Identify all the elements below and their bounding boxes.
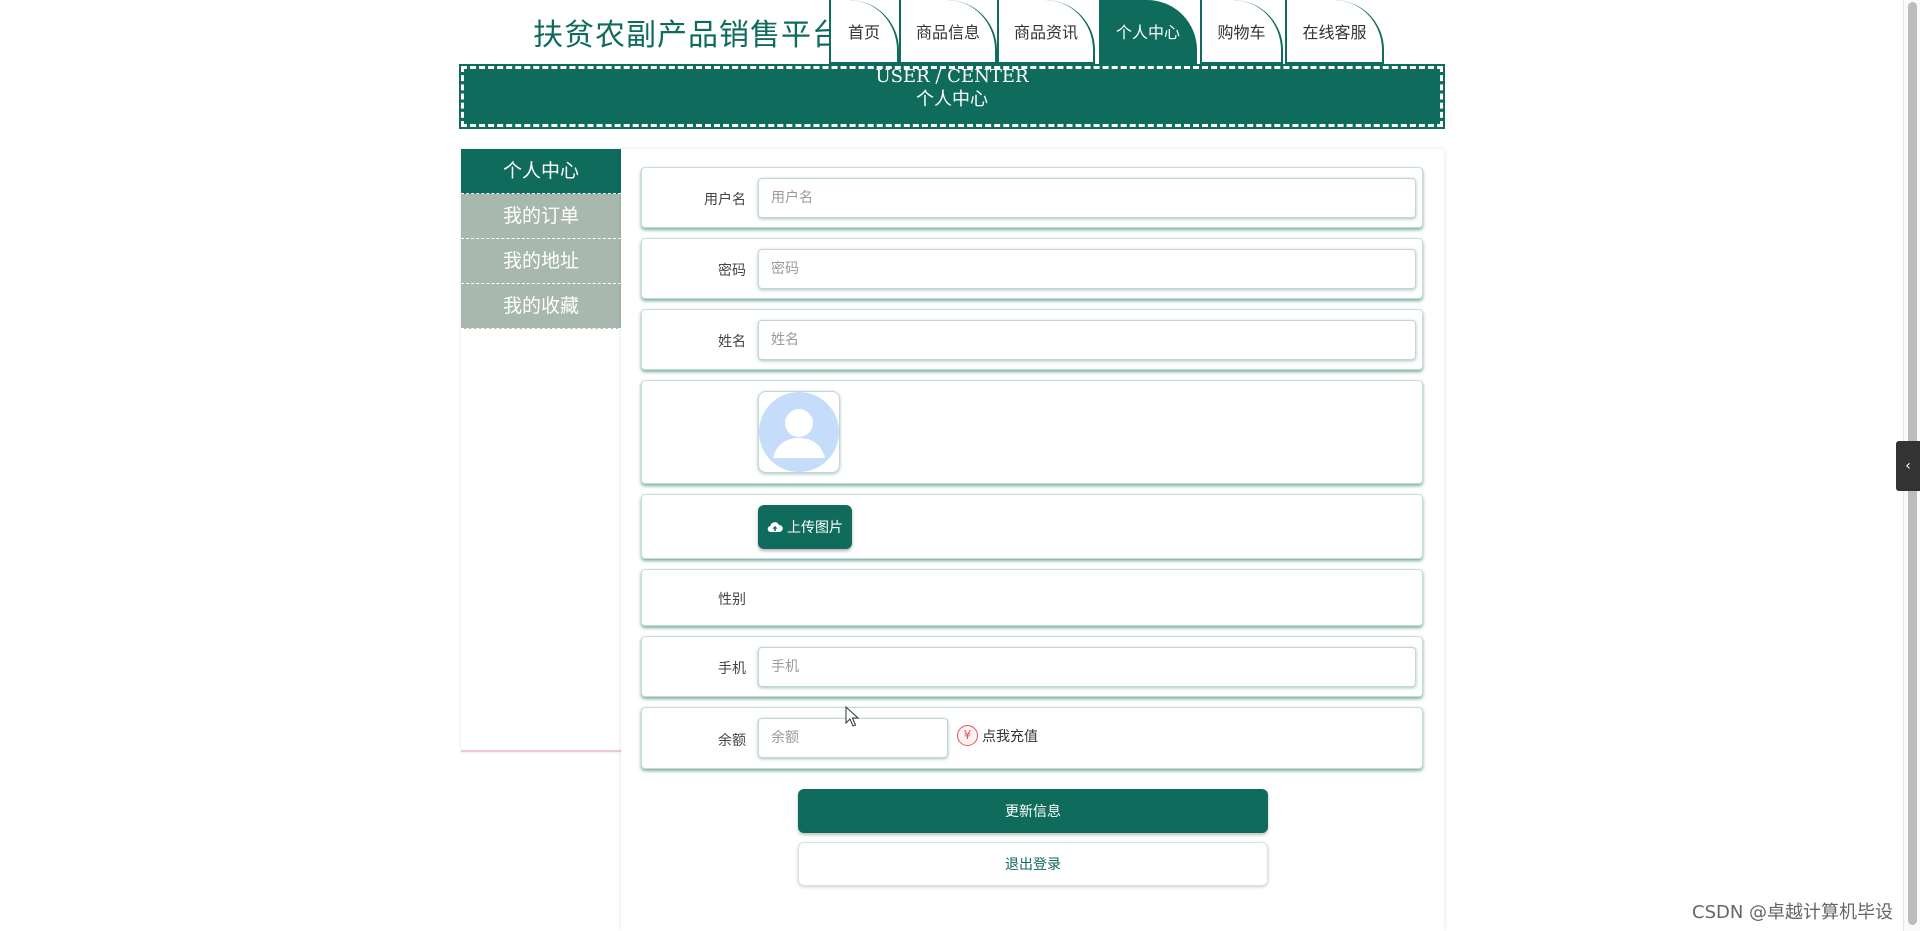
sidebar: 个人中心 我的订单 我的地址 我的收藏 xyxy=(461,149,621,752)
upload-image-label: 上传图片 xyxy=(787,520,843,536)
chevron-left-icon: ‹ xyxy=(1905,458,1911,474)
user-avatar-icon xyxy=(759,392,839,472)
tab-customer-service[interactable]: 在线客服 xyxy=(1285,0,1384,64)
name-label: 姓名 xyxy=(718,334,746,350)
upload-image-button[interactable]: 上传图片 xyxy=(758,505,852,549)
profile-form: 用户名 密码 姓名 上传图片 性别 手机 xyxy=(621,149,1444,931)
gender-label: 性别 xyxy=(718,592,746,608)
collapse-panel-button[interactable]: ‹ xyxy=(1896,441,1920,491)
avatar-row xyxy=(641,380,1423,484)
name-row: 姓名 xyxy=(641,309,1423,370)
password-input[interactable] xyxy=(758,249,1416,289)
tab-home[interactable]: 首页 xyxy=(829,0,899,64)
logout-button[interactable]: 退出登录 xyxy=(798,842,1268,886)
site-title: 扶贫农副产品销售平台 xyxy=(533,18,843,53)
sidebar-item-user-center[interactable]: 个人中心 xyxy=(461,149,621,194)
sidebar-item-orders[interactable]: 我的订单 xyxy=(461,194,621,239)
page-banner: USER / CENTER 个人中心 xyxy=(459,64,1445,129)
balance-label: 余额 xyxy=(718,733,746,749)
sidebar-item-favorites[interactable]: 我的收藏 xyxy=(461,284,621,329)
sidebar-item-addresses[interactable]: 我的地址 xyxy=(461,239,621,284)
username-label: 用户名 xyxy=(704,192,746,208)
phone-input[interactable] xyxy=(758,647,1416,687)
tab-news[interactable]: 商品资讯 xyxy=(997,0,1095,64)
tab-products[interactable]: 商品信息 xyxy=(899,0,997,64)
banner-title-cn: 个人中心 xyxy=(916,89,988,110)
upload-row: 上传图片 xyxy=(641,494,1423,559)
balance-row: 余额 ¥ 点我充值 xyxy=(641,707,1423,769)
name-input[interactable] xyxy=(758,320,1416,360)
recharge-label: 点我充值 xyxy=(982,728,1038,745)
cloud-upload-icon xyxy=(767,522,783,533)
tab-cart[interactable]: 购物车 xyxy=(1200,0,1283,64)
recharge-link[interactable]: ¥ 点我充值 xyxy=(957,725,1038,746)
tab-user-center[interactable]: 个人中心 xyxy=(1099,0,1197,64)
user-avatar xyxy=(758,391,840,473)
update-info-button[interactable]: 更新信息 xyxy=(798,789,1268,833)
mouse-cursor-icon xyxy=(845,706,859,727)
gender-row: 性别 xyxy=(641,569,1423,626)
username-input[interactable] xyxy=(758,178,1416,218)
username-row: 用户名 xyxy=(641,167,1423,228)
phone-label: 手机 xyxy=(718,661,746,677)
password-label: 密码 xyxy=(718,263,746,279)
watermark: CSDN @卓越计算机毕设 xyxy=(1692,902,1894,923)
phone-row: 手机 xyxy=(641,636,1423,697)
password-row: 密码 xyxy=(641,238,1423,299)
yen-icon: ¥ xyxy=(957,725,978,746)
banner-title-en: USER / CENTER xyxy=(875,66,1029,87)
